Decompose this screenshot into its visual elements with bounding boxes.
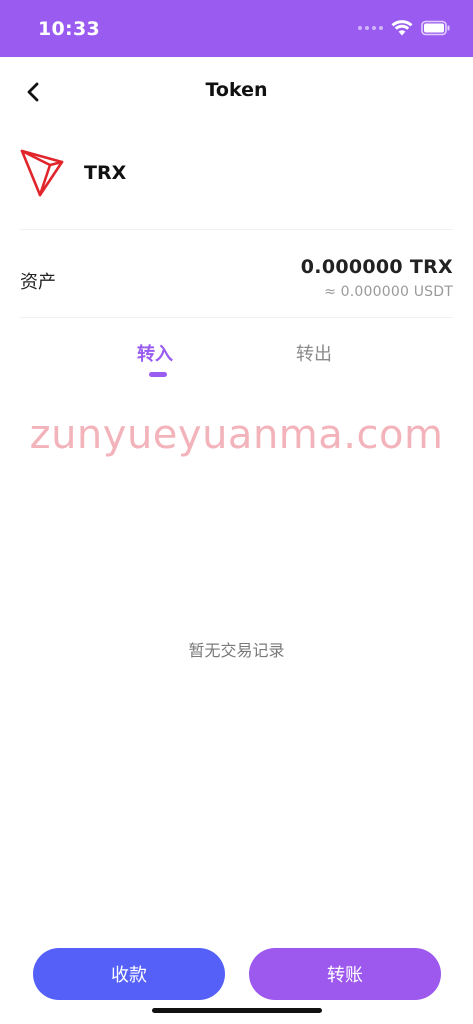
empty-state-text: 暂无交易记录 (188, 641, 285, 660)
asset-row: 资产 0.000000 TRX ≈ 0.000000 USDT (20, 250, 453, 310)
page-title: Token (205, 79, 268, 101)
tron-logo-icon (20, 149, 64, 196)
asset-label: 资产 (20, 272, 56, 293)
wifi-icon (391, 20, 413, 36)
asset-amount: 0.000000 TRX (300, 256, 453, 278)
tab-transfer-out[interactable]: 转出 (296, 340, 332, 366)
asset-usdt-value: ≈ 0.000000 USDT (324, 284, 453, 300)
transaction-tabs: 转入 转出 (0, 330, 473, 390)
token-name: TRX (84, 161, 127, 184)
status-icons (358, 20, 451, 36)
home-indicator (152, 1008, 322, 1013)
watermark-text: zunyueyuanma.com (29, 412, 444, 458)
nav-bar: Token (0, 57, 473, 125)
battery-icon (421, 20, 450, 36)
tab-transfer-in[interactable]: 转入 (137, 340, 173, 366)
divider (20, 229, 453, 230)
transfer-button[interactable]: 转账 (249, 948, 441, 1000)
receive-button[interactable]: 收款 (33, 948, 225, 1000)
signal-dots-icon (358, 26, 383, 30)
tab-active-indicator (149, 372, 167, 377)
status-bar: 10:33 (0, 0, 473, 57)
status-time: 10:33 (38, 18, 100, 40)
divider (20, 317, 453, 318)
token-header: TRX (20, 145, 126, 200)
